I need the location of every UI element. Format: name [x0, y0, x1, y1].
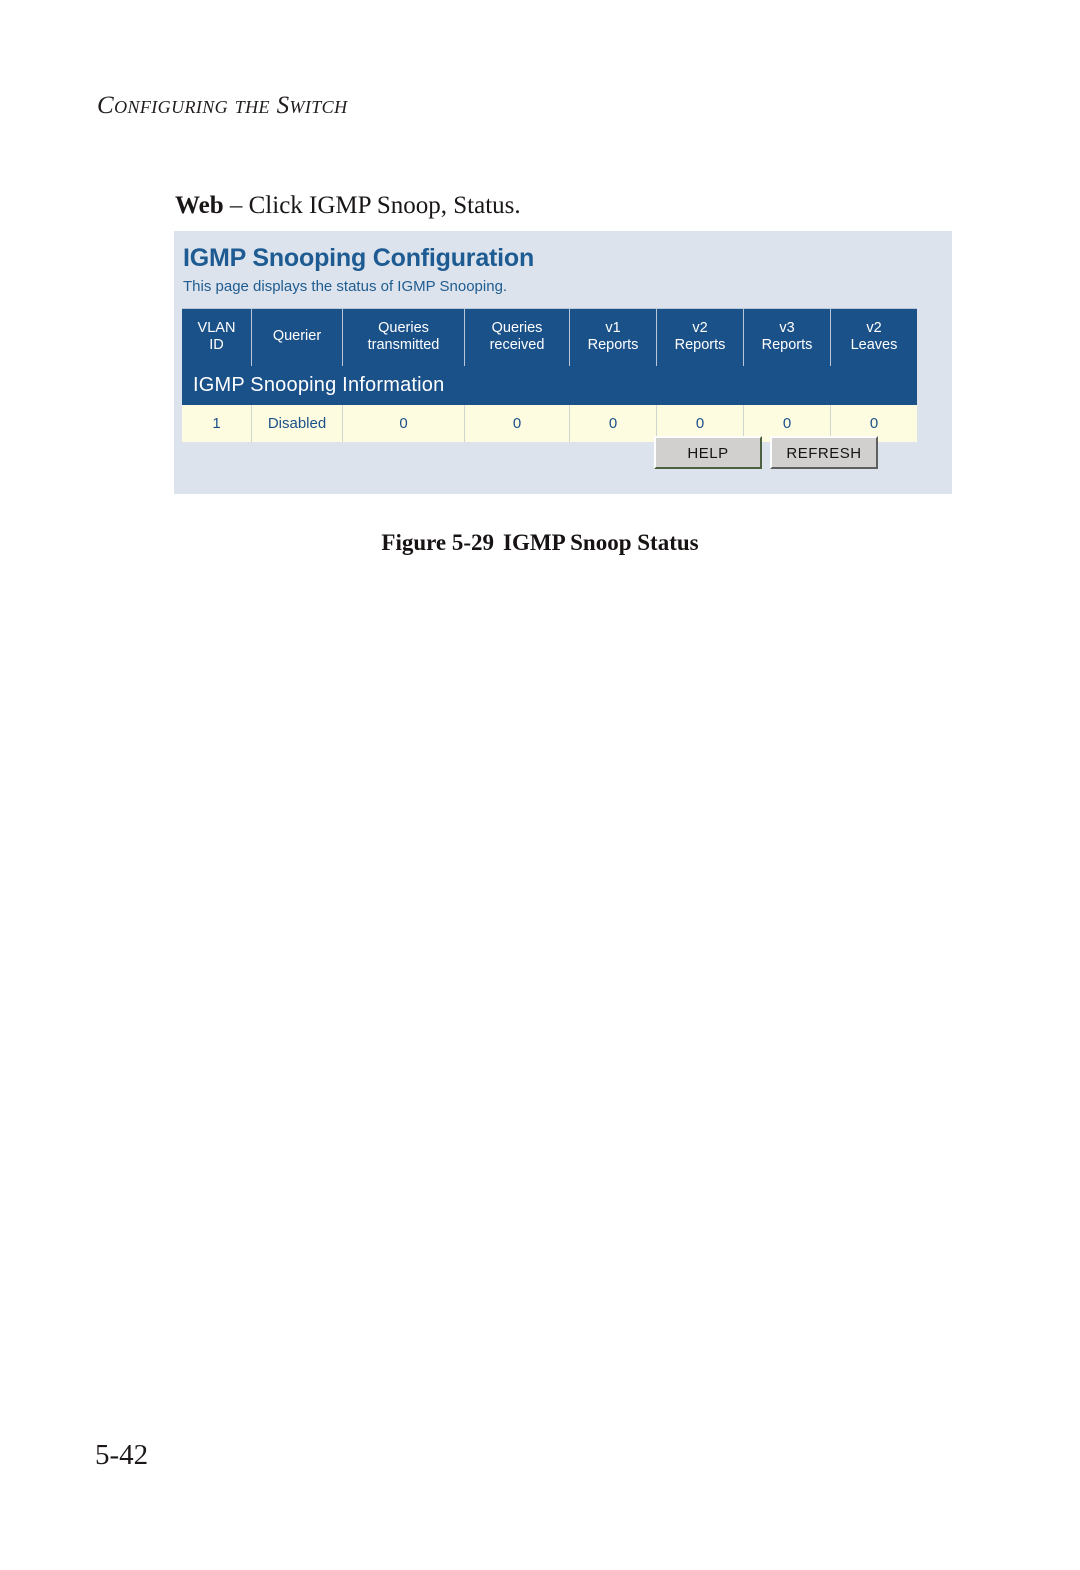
instruction-line: Web – Click IGMP Snoop, Status.: [175, 192, 521, 220]
igmp-snooping-information-table: IGMP Snooping Information VLAN ID Querie…: [182, 308, 917, 442]
cell-queries-transmitted: 0: [342, 405, 465, 442]
figure-number: Figure 5-29: [381, 530, 495, 555]
column-header-line1: v2: [866, 319, 882, 336]
help-button[interactable]: HELP: [654, 436, 762, 469]
cell-queries-received: 0: [464, 405, 570, 442]
column-header-v1-reports: v1 Reports: [569, 308, 657, 366]
column-header-line1: v3: [779, 319, 795, 336]
column-header-line2: Reports: [587, 337, 639, 353]
column-header-queries-transmitted: Queries transmitted: [342, 308, 465, 366]
column-header-vlan-id: VLAN ID: [182, 308, 252, 366]
column-header-line1: Queries: [491, 319, 543, 336]
column-header-line1: v2: [692, 319, 708, 336]
figure-caption: Figure 5-29 IGMP Snoop Status: [0, 530, 1080, 556]
page-subtitle: This page displays the status of IGMP Sn…: [183, 278, 508, 295]
column-header-line2: Leaves: [850, 337, 898, 353]
column-header-v2-reports: v2 Reports: [656, 308, 744, 366]
column-header-line2: ID: [209, 337, 224, 353]
table-section-header-row: IGMP Snooping Information: [182, 366, 917, 405]
column-header-v3-reports: v3 Reports: [743, 308, 831, 366]
column-header-queries-received: Queries received: [464, 308, 570, 366]
igmp-snooping-panel: IGMP Snooping Configuration This page di…: [174, 231, 952, 494]
instruction-lead: Web: [175, 192, 224, 219]
column-header-line2: Reports: [761, 337, 813, 353]
cell-v1-reports: 0: [569, 405, 657, 442]
instruction-text: – Click IGMP Snoop, Status.: [223, 192, 521, 219]
refresh-button[interactable]: REFRESH: [770, 436, 878, 469]
cell-querier: Disabled: [251, 405, 343, 442]
table-head: VLAN ID Querier Queries transmitted Quer…: [182, 308, 917, 366]
column-header-line1: Querier: [272, 328, 322, 345]
column-header-line2: Reports: [674, 337, 726, 353]
column-header-line2: received: [489, 337, 545, 353]
column-header-line1: VLAN: [197, 319, 236, 336]
column-header-querier: Querier: [251, 308, 343, 366]
figure-title: IGMP Snoop Status: [503, 530, 699, 555]
page-number: 5-42: [95, 1439, 149, 1471]
action-button-row: HELP REFRESH: [654, 436, 878, 469]
column-header-line2: transmitted: [367, 337, 440, 353]
cell-vlan-id: 1: [182, 405, 252, 442]
column-header-line1: v1: [605, 319, 621, 336]
column-header-line1: Queries: [378, 319, 429, 336]
page-title: IGMP Snooping Configuration: [183, 244, 535, 272]
running-header: Configuring the Switch: [97, 92, 348, 119]
table-section-title: IGMP Snooping Information: [182, 366, 917, 405]
column-header-v2-leaves: v2 Leaves: [830, 308, 917, 366]
table-header-row: VLAN ID Querier Queries transmitted Quer…: [182, 308, 917, 366]
